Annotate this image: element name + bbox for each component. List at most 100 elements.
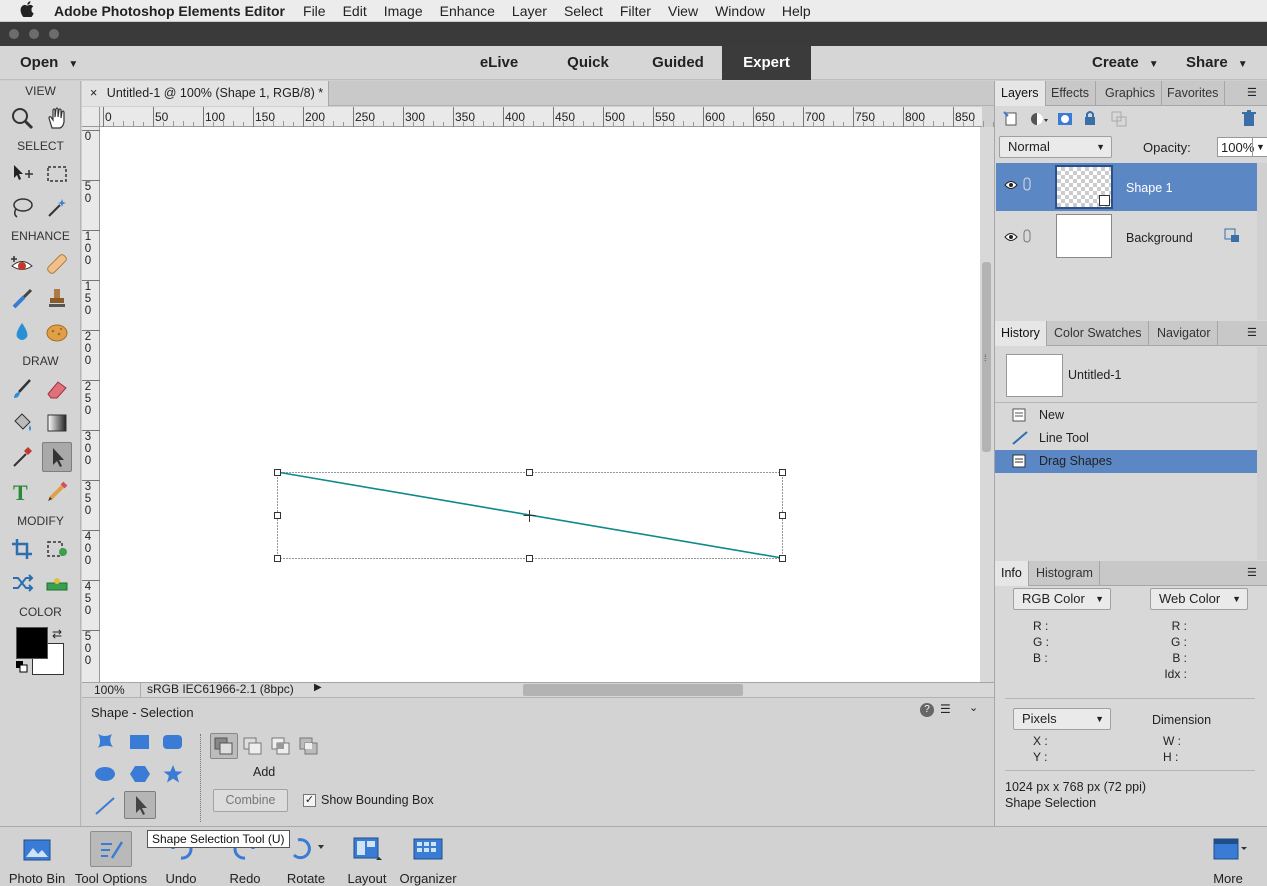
tab-graphics[interactable]: Graphics: [1099, 81, 1163, 106]
history-snapshot[interactable]: Untitled-1: [995, 347, 1257, 403]
polygon-shape-icon[interactable]: [129, 764, 151, 787]
magic-wand-tool-icon[interactable]: [42, 193, 72, 223]
minimize-window-button[interactable]: [29, 29, 39, 39]
eraser-tool-icon[interactable]: [42, 374, 72, 404]
lasso-tool-icon[interactable]: [7, 193, 37, 223]
layer-link-icon[interactable]: [1023, 229, 1031, 246]
new-layer-icon[interactable]: [1003, 111, 1019, 130]
red-eye-tool-icon[interactable]: [7, 249, 37, 279]
eyedropper-tool-icon[interactable]: [7, 442, 37, 472]
bbox-handle[interactable]: [779, 512, 786, 519]
healing-brush-tool-icon[interactable]: [42, 249, 72, 279]
gradient-tool-icon[interactable]: [42, 408, 72, 438]
menu-enhance[interactable]: Enhance: [440, 3, 495, 19]
close-tab-icon[interactable]: ×: [90, 86, 97, 100]
blur-tool-icon[interactable]: [7, 317, 37, 347]
document-tab[interactable]: × Untitled-1 @ 100% (Shape 1, RGB/8) *: [82, 81, 329, 106]
lock-layer-icon[interactable]: [1083, 110, 1097, 129]
tab-guided[interactable]: Guided: [643, 46, 713, 80]
line-shape-icon[interactable]: [94, 796, 116, 819]
crop-tool-icon[interactable]: [7, 534, 37, 564]
organizer-button[interactable]: Organizer: [398, 827, 458, 886]
layer-row-shape-1[interactable]: Shape 1: [996, 163, 1257, 211]
tab-color-swatches[interactable]: Color Swatches: [1048, 321, 1149, 346]
swap-colors-icon[interactable]: ⇄: [52, 627, 62, 641]
smart-brush-tool-icon[interactable]: [7, 283, 37, 313]
trash-icon[interactable]: [1241, 110, 1257, 130]
menu-view[interactable]: View: [668, 3, 698, 19]
panel-menu-icon[interactable]: ☰: [1247, 86, 1257, 99]
pencil-tool-icon[interactable]: [42, 476, 72, 506]
zoom-tool-icon[interactable]: [7, 103, 37, 133]
default-colors-icon[interactable]: [16, 661, 28, 673]
bbox-handle[interactable]: [274, 469, 281, 476]
tab-elive[interactable]: eLive: [468, 46, 530, 80]
create-button[interactable]: Create ▼: [1092, 46, 1170, 80]
help-icon[interactable]: ?: [920, 703, 934, 717]
tab-history[interactable]: History: [995, 321, 1047, 346]
collapse-chevron-icon[interactable]: ⌄: [969, 701, 978, 714]
vertical-scrollbar[interactable]: ⁞: [980, 127, 994, 682]
menu-window[interactable]: Window: [715, 3, 765, 19]
zoom-level[interactable]: 100%: [94, 683, 125, 697]
menu-select[interactable]: Select: [564, 3, 603, 19]
type-tool-icon[interactable]: T: [7, 476, 37, 506]
status-menu-arrow-icon[interactable]: ▶: [314, 682, 322, 693]
custom-shape-icon[interactable]: [94, 731, 116, 754]
tab-histogram[interactable]: Histogram: [1030, 561, 1100, 586]
tab-quick[interactable]: Quick: [557, 46, 619, 80]
apple-icon[interactable]: [20, 1, 38, 20]
marquee-tool-icon[interactable]: [42, 159, 72, 189]
app-name[interactable]: Adobe Photoshop Elements Editor: [54, 3, 285, 19]
history-scrollbar[interactable]: [1257, 347, 1267, 560]
shape-selection-option-button[interactable]: [124, 791, 156, 819]
menu-help[interactable]: Help: [782, 3, 811, 19]
brush-tool-icon[interactable]: [7, 374, 37, 404]
tab-expert[interactable]: Expert: [722, 46, 811, 80]
options-menu-icon[interactable]: ☰: [940, 702, 951, 716]
straighten-tool-icon[interactable]: [42, 568, 72, 598]
units-dropdown[interactable]: Pixels ▼: [1013, 708, 1111, 730]
clone-stamp-tool-icon[interactable]: [42, 283, 72, 313]
share-button[interactable]: Share ▼: [1186, 46, 1256, 80]
tab-favorites[interactable]: Favorites: [1161, 81, 1226, 106]
tool-options-button[interactable]: Tool Options: [72, 827, 150, 886]
rectangle-shape-icon[interactable]: [129, 733, 151, 754]
zoom-window-button[interactable]: [49, 29, 59, 39]
blend-mode-dropdown[interactable]: Normal ▼: [999, 136, 1112, 158]
layer-mask-icon[interactable]: [1057, 111, 1073, 130]
hand-tool-icon[interactable]: [42, 103, 72, 133]
content-aware-move-tool-icon[interactable]: [7, 568, 37, 598]
rounded-rectangle-shape-icon[interactable]: [162, 733, 184, 754]
shape-intersect-mode-button[interactable]: [268, 734, 294, 761]
photo-bin-button[interactable]: Photo Bin: [6, 827, 68, 886]
layers-scrollbar[interactable]: [1257, 163, 1267, 320]
shape-exclude-mode-button[interactable]: [296, 734, 322, 761]
menu-image[interactable]: Image: [384, 3, 423, 19]
bbox-handle[interactable]: [526, 469, 533, 476]
shape-add-mode-button[interactable]: [210, 733, 238, 759]
background-lock-icon[interactable]: [1224, 228, 1240, 247]
bbox-handle[interactable]: [779, 469, 786, 476]
close-window-button[interactable]: [9, 29, 19, 39]
bbox-handle[interactable]: [526, 555, 533, 562]
bbox-handle[interactable]: [274, 512, 281, 519]
chevron-down-icon[interactable]: ▼: [1252, 138, 1267, 156]
paint-bucket-tool-icon[interactable]: [7, 408, 37, 438]
history-item[interactable]: Line Tool: [995, 427, 1257, 450]
layout-button[interactable]: Layout: [340, 827, 394, 886]
canvas[interactable]: [100, 127, 982, 682]
combine-button[interactable]: Combine: [213, 789, 288, 812]
tab-info[interactable]: Info: [995, 561, 1029, 586]
panel-menu-icon[interactable]: ☰: [1247, 326, 1257, 339]
history-item-selected[interactable]: Drag Shapes: [995, 450, 1257, 473]
menu-filter[interactable]: Filter: [620, 3, 651, 19]
horizontal-scroll-thumb[interactable]: [523, 684, 743, 696]
move-tool-icon[interactable]: [7, 159, 37, 189]
tab-navigator[interactable]: Navigator: [1151, 321, 1218, 346]
ellipse-shape-icon[interactable]: [94, 764, 116, 787]
menu-layer[interactable]: Layer: [512, 3, 547, 19]
sponge-tool-icon[interactable]: [42, 317, 72, 347]
tab-layers[interactable]: Layers: [995, 81, 1046, 106]
menu-file[interactable]: File: [303, 3, 326, 19]
